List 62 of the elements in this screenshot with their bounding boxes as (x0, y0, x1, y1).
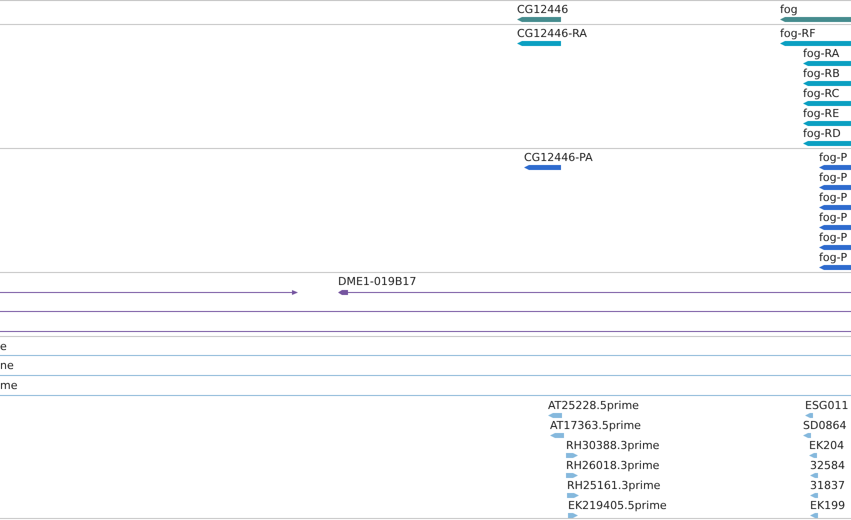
feature-arrow[interactable] (810, 513, 818, 518)
feature-arrow[interactable] (517, 41, 561, 46)
feature-label: fog-RC (803, 87, 840, 100)
feature-arrow[interactable] (780, 41, 851, 46)
feature-arrow[interactable] (566, 453, 578, 458)
feature-label: fog (780, 3, 798, 16)
feature-arrow[interactable] (803, 101, 851, 106)
feature-label: AT25228.5prime (548, 399, 639, 412)
feature-label: fog-P (819, 251, 848, 264)
feature-arrow[interactable] (803, 141, 851, 146)
feature-arrow[interactable] (819, 185, 851, 190)
feature-arrow[interactable] (819, 165, 851, 170)
feature-label: EK219405.5prime (568, 499, 667, 512)
feature-arrow[interactable] (819, 265, 851, 270)
feature-label: fog-RD (803, 127, 841, 140)
feature-label: fog-RE (803, 107, 840, 120)
feature-arrow[interactable] (810, 493, 818, 498)
feature-arrow[interactable] (550, 433, 564, 438)
feature-arrow[interactable] (780, 17, 851, 22)
feature-arrow[interactable] (803, 121, 851, 126)
feature-label: EK204 (809, 439, 844, 452)
feature-arrow[interactable] (803, 81, 851, 86)
feature-arrow[interactable] (568, 513, 578, 518)
feature-label: RH26018.3prime (566, 459, 660, 472)
feature-arrow[interactable] (805, 413, 813, 418)
feature-label: DME1-019B17 (338, 275, 416, 288)
feature-label: SD0864 (803, 419, 846, 432)
feature-label: 32584 (810, 459, 845, 472)
feature-arrow[interactable] (819, 225, 851, 230)
feature-label: fog-RB (803, 67, 840, 80)
track-label: ne (0, 358, 15, 374)
feature-arrow[interactable] (803, 61, 851, 66)
feature-arrow[interactable] (819, 205, 851, 210)
feature-arrow[interactable] (548, 413, 562, 418)
feature-label: fog-P (819, 171, 848, 184)
feature-arrow[interactable] (524, 165, 561, 170)
clone-arrow[interactable] (338, 289, 851, 296)
feature-arrow[interactable] (809, 453, 817, 458)
feature-label: RH30388.3prime (566, 439, 660, 452)
feature-label: CG12446 (517, 3, 568, 16)
track-label: e (0, 339, 8, 355)
feature-arrow[interactable] (567, 493, 579, 498)
feature-label: EK199 (810, 499, 846, 512)
track-label: me (0, 378, 18, 394)
feature-label: fog-RF (780, 27, 816, 40)
clone-arrow[interactable] (0, 289, 298, 296)
feature-arrow[interactable] (517, 17, 561, 22)
feature-label: ESG011 (805, 399, 848, 412)
feature-label: CG12446-PA (524, 151, 593, 164)
feature-label: AT17363.5prime (550, 419, 641, 432)
feature-label: CG12446-RA (517, 27, 587, 40)
feature-label: 31837 (810, 479, 845, 492)
feature-arrow[interactable] (819, 245, 851, 250)
feature-arrow[interactable] (803, 433, 811, 438)
feature-arrow[interactable] (566, 473, 578, 478)
feature-label: fog-P (819, 151, 848, 164)
feature-arrow[interactable] (810, 473, 818, 478)
feature-label: fog-P (819, 231, 848, 244)
feature-label: RH25161.3prime (567, 479, 660, 492)
feature-label: fog-P (819, 211, 848, 224)
feature-label: fog-P (819, 191, 848, 204)
feature-label: fog-RA (803, 47, 840, 60)
